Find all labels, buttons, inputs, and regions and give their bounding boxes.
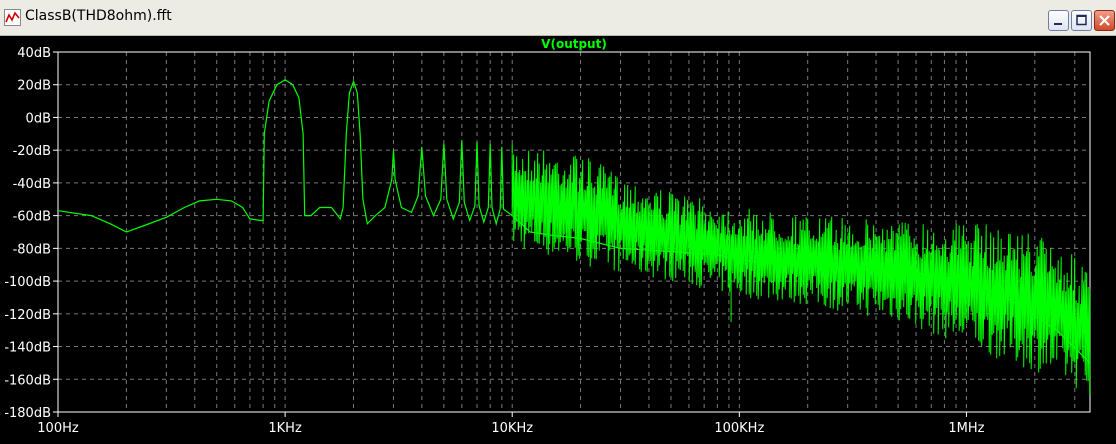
y-tick-label: 0dB	[26, 111, 51, 126]
y-tick-label: -80dB	[13, 242, 51, 257]
plot-canvas[interactable]: 40dB 20dB 0dB -20dB -40dB -60dB -80dB -100dB -12…	[0, 36, 1116, 444]
y-tick-label: -40dB	[13, 177, 51, 192]
y-tick-label: -160dB	[4, 373, 51, 388]
minimize-button[interactable]	[1048, 10, 1069, 31]
fft-chart[interactable]: 40dB 20dB 0dB -20dB -40dB -60dB -80dB -100dB -12…	[0, 36, 1116, 444]
close-button[interactable]	[1094, 10, 1115, 31]
y-tick-label: -20dB	[13, 144, 51, 159]
y-tick-label: -180dB	[4, 406, 51, 421]
plot-frame	[57, 51, 1091, 413]
x-tick-label: 100Hz	[37, 421, 79, 436]
y-tick-label: -100dB	[4, 275, 51, 290]
chart-title: V(output)	[541, 37, 607, 51]
x-tick-label: 1KHz	[268, 421, 302, 436]
y-tick-label: -60dB	[13, 210, 51, 225]
close-icon	[1099, 15, 1110, 26]
window-titlebar[interactable]: ClassB(THD8ohm).fft	[0, 0, 1116, 36]
maximize-button[interactable]	[1071, 10, 1092, 31]
y-tick-label: -140dB	[4, 341, 51, 356]
spectrum-noise-band	[511, 143, 1091, 395]
maximize-icon	[1076, 14, 1087, 26]
minimize-icon	[1054, 23, 1062, 25]
x-tick-label: 100KHz	[714, 421, 764, 436]
y-tick-label: 20dB	[17, 79, 51, 94]
window-title: ClassB(THD8ohm).fft	[25, 8, 172, 24]
y-tick-label: 40dB	[17, 46, 51, 61]
y-tick-label: -120dB	[4, 308, 51, 323]
x-tick-label: 10KHz	[491, 421, 533, 436]
x-tick-label: 1MHz	[948, 421, 984, 436]
waveform-icon	[4, 9, 21, 26]
